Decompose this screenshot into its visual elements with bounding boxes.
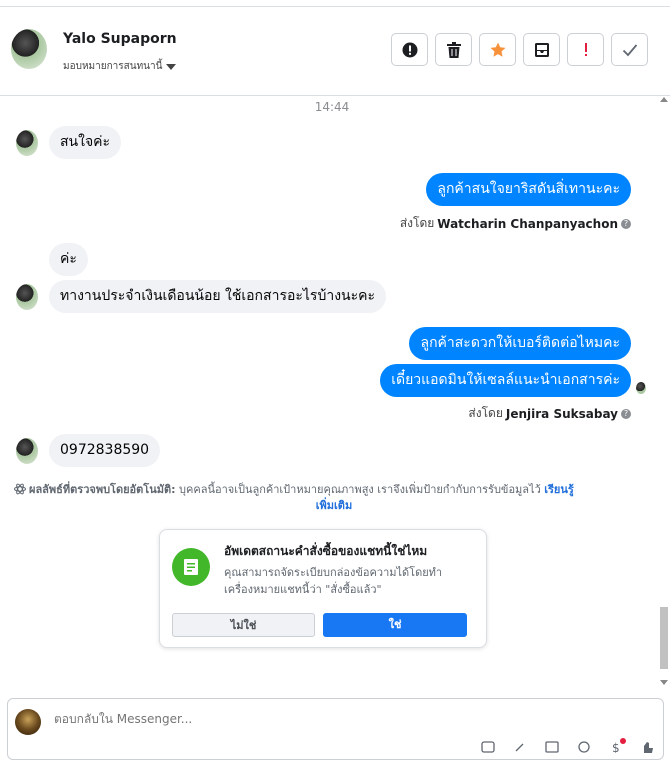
page-avatar — [15, 709, 41, 735]
learn-more-link-continued[interactable]: เพิ่มเติม — [14, 498, 654, 514]
attachment-icon[interactable] — [513, 741, 527, 753]
auto-detect-notice: ผลลัพธ์ที่ตรวจพบโดยอัตโนมัติ: บุคคลนี้อา… — [14, 482, 654, 514]
move-to-done-button[interactable] — [523, 33, 560, 66]
scrollbar[interactable] — [660, 95, 668, 687]
sent-by-label: ส่งโดย Watcharin Chanpanyachon ? — [400, 214, 631, 233]
scroll-up-arrow[interactable] — [660, 97, 668, 102]
notification-dot — [620, 738, 626, 744]
order-yes-button[interactable]: ใช่ — [323, 613, 467, 637]
auto-detect-text: บุคคลนี้อาจเป็นลูกค้าเป้าหมายคุณภาพสูง เ… — [179, 483, 541, 496]
alert-circle-icon — [402, 42, 417, 57]
incoming-message[interactable]: ค่ะ — [49, 243, 88, 276]
help-icon[interactable]: ? — [621, 218, 631, 229]
order-no-button[interactable]: ไม่ใช่ — [172, 613, 315, 637]
contact-avatar[interactable] — [11, 29, 47, 69]
follow-up-star-button[interactable] — [479, 33, 516, 66]
saved-replies-icon[interactable] — [481, 741, 495, 753]
sender-name: Watcharin Chanpanyachon — [437, 216, 618, 231]
sent-by-prefix: ส่งโดย — [468, 406, 503, 420]
incoming-message[interactable]: สนใจค่ะ — [49, 126, 122, 159]
sent-by-label: ส่งโดย Jenjira Suksabay ? — [468, 404, 631, 423]
composer-toolbar: $ — [481, 738, 655, 755]
scroll-down-arrow[interactable] — [660, 680, 668, 685]
learn-more-link[interactable]: เรียนรู้ — [544, 483, 574, 496]
delete-button[interactable] — [435, 33, 472, 66]
order-card-title: อัพเดตสถานะคำสั่งซื้อของแชทนี้ใช่ไหม — [224, 544, 428, 558]
mark-important-button[interactable] — [567, 33, 604, 66]
payment-icon[interactable]: $ — [609, 738, 626, 755]
svg-text:$: $ — [612, 741, 620, 753]
exclamation-icon — [584, 42, 587, 56]
outgoing-message[interactable]: ลูกค้าสนใจยาริสดันสิ่เทานะคะ — [426, 173, 631, 206]
assign-conversation-dropdown[interactable]: มอบหมายการสนทนานี้ — [63, 59, 177, 74]
message-timestamp: 14:44 — [314, 100, 350, 114]
order-status-card: อัพเดตสถานะคำสั่งซื้อของแชทนี้ใช่ไหม คุณ… — [159, 529, 487, 648]
image-icon[interactable] — [545, 741, 559, 753]
auto-detect-label: ผลลัพธ์ที่ตรวจพบโดยอัตโนมัติ: — [29, 483, 176, 496]
emoji-icon[interactable] — [577, 741, 591, 753]
header-actions — [391, 33, 648, 66]
outgoing-message[interactable]: เดี๋ยวแอดมินให้เซลล์แนะนำเอกสารค่ะ — [380, 364, 631, 397]
conversation-header: Yalo Supaporn มอบหมายการสนทนานี้ — [0, 6, 670, 96]
scrollbar-thumb[interactable] — [660, 607, 668, 669]
contact-avatar-small — [16, 130, 38, 156]
thumbs-up-icon[interactable] — [641, 741, 655, 753]
contact-avatar-small — [16, 438, 38, 464]
caret-down-icon — [166, 63, 177, 70]
star-icon — [490, 42, 505, 57]
archive-inbox-icon — [534, 42, 549, 57]
incoming-message[interactable]: ทางานประจำเงินเดือนน้อย ใช้เอกสารอะไรบ้า… — [49, 280, 387, 313]
incoming-message[interactable]: 0972838590 — [49, 434, 161, 467]
reply-composer: $ — [7, 698, 664, 760]
assign-label: มอบหมายการสนทนานี้ — [63, 61, 163, 72]
sender-name: Jenjira Suksabay — [505, 406, 618, 421]
order-card-description: คุณสามารถจัดระเบียบกล่องข้อความได้โดยทำเ… — [224, 566, 443, 596]
order-receipt-icon — [172, 548, 210, 586]
atom-icon — [14, 483, 26, 495]
checkmark-icon — [622, 43, 637, 56]
sent-by-prefix: ส่งโดย — [399, 216, 435, 230]
seen-avatar — [636, 382, 646, 394]
spam-button[interactable] — [391, 33, 428, 66]
help-icon[interactable]: ? — [621, 408, 631, 419]
reply-input[interactable] — [52, 711, 456, 727]
trash-icon — [446, 41, 461, 58]
contact-name[interactable]: Yalo Supaporn — [63, 31, 177, 47]
outgoing-message[interactable]: ลูกค้าสะดวกให้เบอร์ติดต่อไหมคะ — [409, 327, 631, 360]
message-thread[interactable]: 14:44 สนใจค่ะ ลูกค้าสนใจยาริสดันสิ่เทานะ… — [0, 95, 670, 687]
contact-avatar-small — [16, 284, 38, 310]
mark-done-button[interactable] — [611, 33, 648, 66]
